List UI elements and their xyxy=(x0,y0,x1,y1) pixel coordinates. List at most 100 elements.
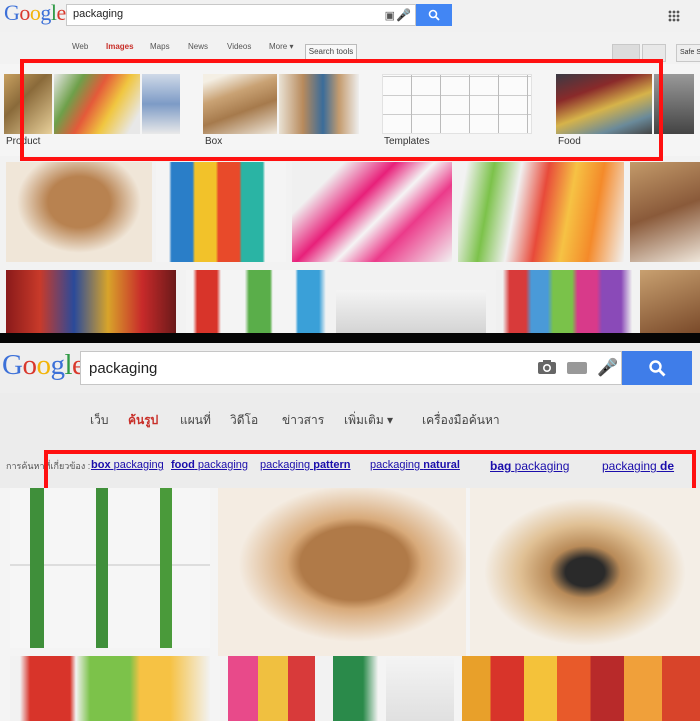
search-button[interactable] xyxy=(622,351,692,385)
image-result[interactable] xyxy=(630,162,700,262)
related-link[interactable]: packaging natural xyxy=(370,459,460,471)
tab-videos[interactable]: Videos xyxy=(227,42,251,51)
image-result[interactable] xyxy=(470,488,700,656)
screenshot-divider xyxy=(0,333,700,343)
thumbnail xyxy=(4,74,52,134)
thumbnail xyxy=(279,74,359,134)
related-rest: packaging xyxy=(370,459,424,471)
category-label: Product xyxy=(6,136,41,147)
thumbnail xyxy=(382,74,532,134)
image-results-row xyxy=(0,270,700,333)
search-button[interactable] xyxy=(416,4,452,26)
related-link[interactable]: packaging de xyxy=(602,459,674,473)
thumbnail xyxy=(142,74,180,134)
account-icon[interactable] xyxy=(612,44,640,62)
image-result[interactable] xyxy=(640,270,700,333)
bottom-tab-bar: เว็บ ค้นรูป แผนที่ วิดีโอ ข่าวสาร เพิ่มเ… xyxy=(0,405,700,435)
category-thumbnails xyxy=(4,74,180,134)
related-bold: bag xyxy=(490,459,512,473)
search-icon xyxy=(428,9,440,21)
tab-more[interactable]: เพิ่มเติม ▾ xyxy=(344,411,393,430)
mic-icon[interactable]: 🎤 xyxy=(396,8,411,22)
logo-letter: o xyxy=(22,349,37,381)
category-strip: Product Box Templates Food xyxy=(0,64,700,156)
tab-news[interactable]: ข่าวสาร xyxy=(282,411,324,430)
thumbnail xyxy=(203,74,277,134)
tab-videos[interactable]: วิดีโอ xyxy=(230,411,258,430)
logo-letter: G xyxy=(4,0,20,25)
search-input[interactable]: packaging 🎤 xyxy=(80,351,622,385)
image-result[interactable] xyxy=(336,290,486,333)
category-thumbnails xyxy=(382,74,532,134)
safe-search-button[interactable]: Safe S xyxy=(676,44,700,62)
search-tools-button[interactable]: Search tools xyxy=(305,44,357,60)
image-result[interactable] xyxy=(228,656,378,721)
image-result[interactable] xyxy=(386,656,454,721)
related-rest: packaging xyxy=(194,459,249,471)
image-result[interactable] xyxy=(6,270,176,333)
tab-web[interactable]: เว็บ xyxy=(90,411,108,430)
image-results-grid xyxy=(0,488,700,721)
image-result[interactable] xyxy=(462,656,700,721)
related-link[interactable]: packaging pattern xyxy=(260,459,351,471)
google-logo[interactable]: Google xyxy=(2,349,85,382)
related-link[interactable]: box packaging xyxy=(91,459,164,471)
category-label: Food xyxy=(558,136,581,147)
thumbnail xyxy=(654,74,694,134)
image-result[interactable] xyxy=(218,488,466,656)
image-result[interactable] xyxy=(292,162,452,262)
camera-icon-glyph xyxy=(538,360,556,374)
tab-images[interactable]: Images xyxy=(106,42,134,51)
image-result[interactable] xyxy=(10,488,210,648)
category-product[interactable]: Product xyxy=(4,64,184,154)
tab-images[interactable]: ค้นรูป xyxy=(128,411,158,430)
mic-icon[interactable]: 🎤 xyxy=(597,358,618,378)
apps-grid-icon[interactable] xyxy=(668,10,680,22)
related-bold: food xyxy=(171,459,195,471)
logo-letter: o xyxy=(19,0,30,25)
related-rest: packaging xyxy=(602,459,661,473)
image-result[interactable] xyxy=(6,162,152,262)
related-prefix: การค้นหาที่เกี่ยวข้อง : xyxy=(6,461,91,471)
tab-web[interactable]: Web xyxy=(72,42,88,51)
tab-maps[interactable]: แผนที่ xyxy=(180,411,211,430)
image-result[interactable] xyxy=(156,162,286,262)
image-result[interactable] xyxy=(496,270,632,333)
camera-icon[interactable]: ▣ xyxy=(385,9,395,22)
top-screenshot: Google packaging ▣ 🎤 Web Images Maps New… xyxy=(0,0,700,333)
logo-letter: o xyxy=(29,0,41,25)
search-input[interactable]: packaging ▣ 🎤 xyxy=(66,4,416,26)
search-query: packaging xyxy=(73,8,124,20)
google-logo[interactable]: Google xyxy=(4,0,66,26)
image-results-row xyxy=(0,162,700,262)
related-rest: packaging xyxy=(110,459,164,471)
related-bold: pattern xyxy=(313,459,351,471)
tab-news[interactable]: News xyxy=(188,42,208,51)
category-templates[interactable]: Templates xyxy=(382,64,532,154)
category-food[interactable]: Food xyxy=(556,64,700,154)
logo-letter: e xyxy=(56,0,67,25)
image-result[interactable] xyxy=(458,162,624,262)
category-label: Templates xyxy=(384,136,430,147)
tab-search-tools[interactable]: เครื่องมือค้นหา xyxy=(422,411,500,430)
tab-more[interactable]: More ▾ xyxy=(269,42,293,51)
keyboard-icon[interactable] xyxy=(567,362,587,374)
search-query: packaging xyxy=(89,360,158,377)
camera-icon[interactable] xyxy=(537,359,557,375)
category-box[interactable]: Box xyxy=(203,64,363,154)
top-header: Google packaging ▣ 🎤 xyxy=(0,0,700,32)
logo-letter: g xyxy=(50,349,65,381)
settings-icon[interactable] xyxy=(642,44,666,62)
related-bold: de xyxy=(660,459,675,473)
category-thumbnails xyxy=(203,74,359,134)
image-result[interactable] xyxy=(186,270,326,333)
image-result[interactable] xyxy=(10,656,210,721)
search-icon xyxy=(649,360,666,377)
bottom-header: Google packaging 🎤 xyxy=(0,343,700,393)
category-thumbnails xyxy=(556,74,694,134)
logo-letter: o xyxy=(36,349,51,381)
related-rest: packaging xyxy=(511,459,570,473)
related-link[interactable]: bag packaging xyxy=(490,459,569,473)
related-link[interactable]: food packaging xyxy=(171,459,248,471)
tab-maps[interactable]: Maps xyxy=(150,42,170,51)
